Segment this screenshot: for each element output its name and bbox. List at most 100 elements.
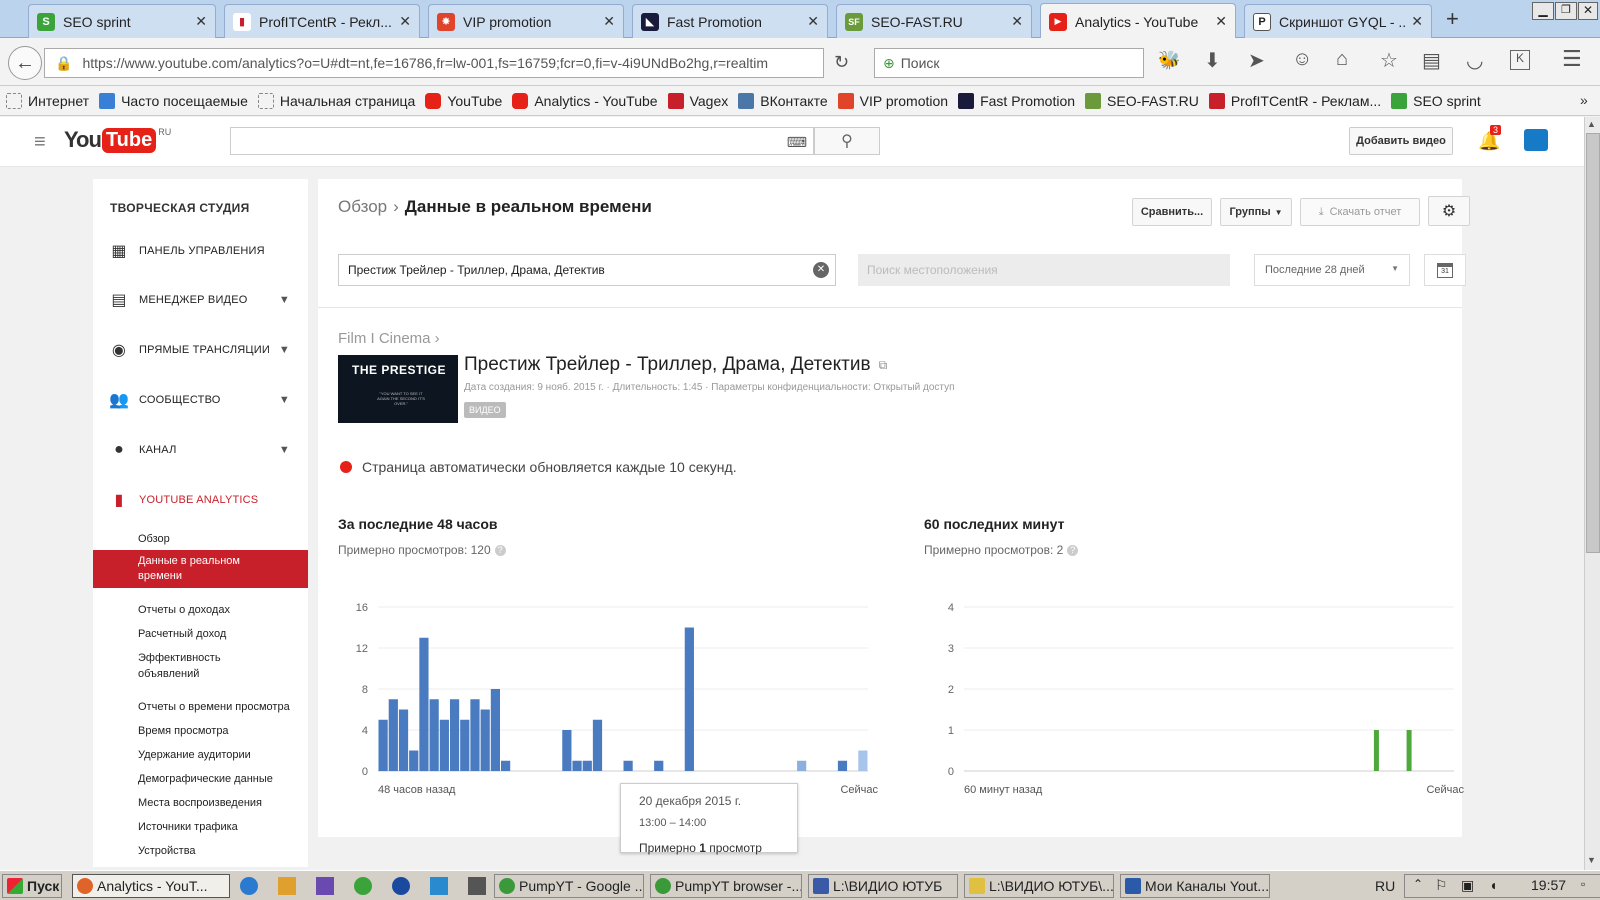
sidebar-sub-ad-performance[interactable]: Эффективность объявлений (138, 650, 248, 682)
sidebar-item-community[interactable]: 👥 СООБЩЕСТВО ▼ (93, 390, 308, 410)
tab-vip-promotion[interactable]: ✸ VIP promotion ✕ (428, 4, 624, 38)
keyboard-icon[interactable]: ⌨ (787, 134, 807, 151)
sidebar-sub-watch-time-reports[interactable]: Отчеты о времени просмотра (138, 699, 290, 715)
bookmark-item[interactable]: Часто посещаемые (99, 92, 248, 109)
breadcrumb-overview[interactable]: Обзор (338, 197, 387, 217)
bookmark-item[interactable]: Vagex (667, 92, 728, 109)
minimize-icon[interactable]: ▁ (1532, 2, 1554, 20)
taskbar-item-video-folder[interactable]: L:\ВИДИО ЮТУБ (808, 874, 958, 898)
bookmark-item[interactable]: VIP promotion (837, 92, 948, 109)
show-desktop-icon[interactable]: ▫ (1581, 877, 1585, 891)
bookmark-item[interactable]: YouTube (425, 92, 502, 109)
taskbar-item-word[interactable]: Мои Каналы Yout... (1120, 874, 1270, 898)
tab-analytics-youtube[interactable]: ▶ Analytics - YouTube ✕ (1040, 3, 1236, 39)
chart-60m-bar[interactable] (1373, 730, 1379, 771)
restore-icon[interactable]: ❐ (1555, 2, 1577, 20)
flag-icon[interactable]: ⚐ (1435, 877, 1448, 894)
taskbar-item-explorer[interactable]: L:\ВИДИО ЮТУБ\... (964, 874, 1114, 898)
chart-48h-bar[interactable] (837, 760, 848, 771)
tab-screenshot[interactable]: P Скриншот GYQL - ... ✕ (1244, 4, 1432, 38)
chart-48h-bar[interactable] (429, 699, 439, 771)
chart-48h-bar[interactable] (490, 689, 500, 771)
sidebar-sub-overview[interactable]: Обзор (138, 531, 170, 547)
sidebar-sub-realtime[interactable]: Данные в реальном времени (93, 550, 308, 588)
bookmark-item[interactable]: SEO sprint (1391, 92, 1481, 109)
bookmark-item[interactable]: ВКонтакте (738, 92, 828, 109)
taskbar-item-pumpyt-google[interactable]: PumpYT - Google ... (494, 874, 644, 898)
page-scrollbar[interactable]: ▲ ▼ (1584, 117, 1600, 870)
scrollbar-thumb[interactable] (1586, 133, 1600, 553)
sidebar-sub-demographics[interactable]: Демографические данные (138, 771, 273, 787)
help-icon[interactable]: ? (1067, 544, 1079, 556)
video-title[interactable]: Престиж Трейлер - Триллер, Драма, Детект… (464, 354, 887, 376)
chart-48h-bar[interactable] (378, 719, 388, 771)
tab-close-icon[interactable]: ✕ (603, 13, 615, 30)
sidebar-sub-watch-time[interactable]: Время просмотра (138, 723, 229, 739)
chart-48h-bar[interactable] (582, 760, 592, 771)
chart-48h-bar[interactable] (439, 719, 449, 771)
sidebar-item-analytics[interactable]: ▮ YOUTUBE ANALYTICS (93, 490, 308, 510)
bookmark-item[interactable]: Интернет (6, 92, 89, 109)
sidebar-sub-revenue-reports[interactable]: Отчеты о доходах (138, 602, 230, 618)
tab-close-icon[interactable]: ✕ (1215, 13, 1227, 30)
chart-48h-bar[interactable] (858, 750, 868, 772)
start-button[interactable]: Пуск (2, 874, 62, 898)
chevron-down-icon[interactable]: ▼ (279, 294, 290, 306)
tab-profitcentr[interactable]: ▮ ProfITCentR - Рекл... ✕ (224, 4, 420, 38)
scroll-down-icon[interactable]: ▼ (1587, 855, 1596, 865)
smiley-icon[interactable]: ☺ (1292, 48, 1312, 71)
bookmark-item[interactable]: ProfITCentR - Реклам... (1208, 92, 1381, 109)
taskbar-item-pumpyt-browser[interactable]: PumpYT browser -... (650, 874, 802, 898)
chart-48h-bar[interactable] (501, 760, 511, 771)
chart-48h-bar[interactable] (684, 627, 694, 772)
compare-button[interactable]: Сравнить... (1132, 198, 1212, 226)
tab-seo-sprint[interactable]: S SEO sprint ✕ (28, 4, 216, 38)
clear-filter-icon[interactable]: ✕ (813, 262, 829, 278)
bookmark-item[interactable]: SEO-FAST.RU (1085, 92, 1199, 109)
guide-menu-icon[interactable]: ≡ (34, 131, 46, 154)
youtube-logo[interactable]: You Tube RU (64, 127, 171, 153)
language-indicator[interactable]: RU (1375, 878, 1395, 894)
chart-48h-bar[interactable] (623, 760, 633, 771)
sidebar-sub-devices[interactable]: Устройства (138, 843, 196, 859)
chart-48h-bar[interactable] (654, 760, 664, 771)
network-icon[interactable]: ▣ (1461, 877, 1474, 894)
chart-48h-bar[interactable] (797, 760, 807, 771)
download-icon[interactable]: ⬇ (1204, 48, 1221, 73)
extension-icon[interactable]: 🐝 (1158, 50, 1180, 71)
browser-search-box[interactable]: ⊕ Поиск (874, 48, 1144, 78)
tab-seo-fast[interactable]: SF SEO-FAST.RU ✕ (836, 4, 1032, 38)
chevron-down-icon[interactable]: ▼ (279, 394, 290, 406)
chevron-down-icon[interactable]: ▼ (279, 344, 290, 356)
chart-48h-bar[interactable] (460, 719, 470, 771)
browser-icon[interactable] (392, 877, 410, 895)
sidebar-sub-audience-retention[interactable]: Удержание аудитории (138, 747, 251, 763)
bookmark-item[interactable]: Analytics - YouTube (512, 92, 658, 109)
sidebar-sub-playback-locations[interactable]: Места воспроизведения (138, 795, 262, 811)
window-close-icon[interactable]: ✕ (1578, 2, 1598, 20)
calendar-button[interactable]: 31 (1424, 254, 1466, 286)
sidebar-sub-estimated-revenue[interactable]: Расчетный доход (138, 626, 226, 642)
tab-close-icon[interactable]: ✕ (1411, 13, 1423, 30)
scroll-up-icon[interactable]: ▲ (1587, 119, 1596, 129)
chart-48h-bar[interactable] (419, 637, 429, 771)
upload-button[interactable]: Добавить видео (1349, 127, 1453, 155)
chart-48h-bar[interactable] (562, 730, 572, 771)
bookmarks-overflow-icon[interactable]: » (1580, 92, 1588, 108)
clock[interactable]: 19:57 (1531, 877, 1566, 893)
chart-48h-bar[interactable] (480, 709, 490, 772)
channel-link[interactable]: Film I Cinema › (338, 330, 440, 347)
reload-icon[interactable]: ↻ (834, 52, 849, 73)
tab-fast-promotion[interactable]: ◣ Fast Promotion ✕ (632, 4, 828, 38)
tab-close-icon[interactable]: ✕ (807, 13, 819, 30)
chevron-down-icon[interactable]: ▼ (279, 444, 290, 456)
help-icon[interactable]: ? (494, 544, 506, 556)
tab-close-icon[interactable]: ✕ (195, 13, 207, 30)
tray-expand-icon[interactable]: ⌃ (1413, 877, 1423, 891)
external-link-icon[interactable]: ⧉ (879, 358, 888, 373)
star-icon[interactable]: ☆ (1380, 48, 1398, 73)
chart-60m-bar[interactable] (1406, 730, 1412, 771)
ie-icon[interactable] (240, 877, 258, 895)
settings-gear-button[interactable]: ⚙ (1428, 196, 1470, 226)
icq-icon[interactable] (354, 877, 372, 895)
